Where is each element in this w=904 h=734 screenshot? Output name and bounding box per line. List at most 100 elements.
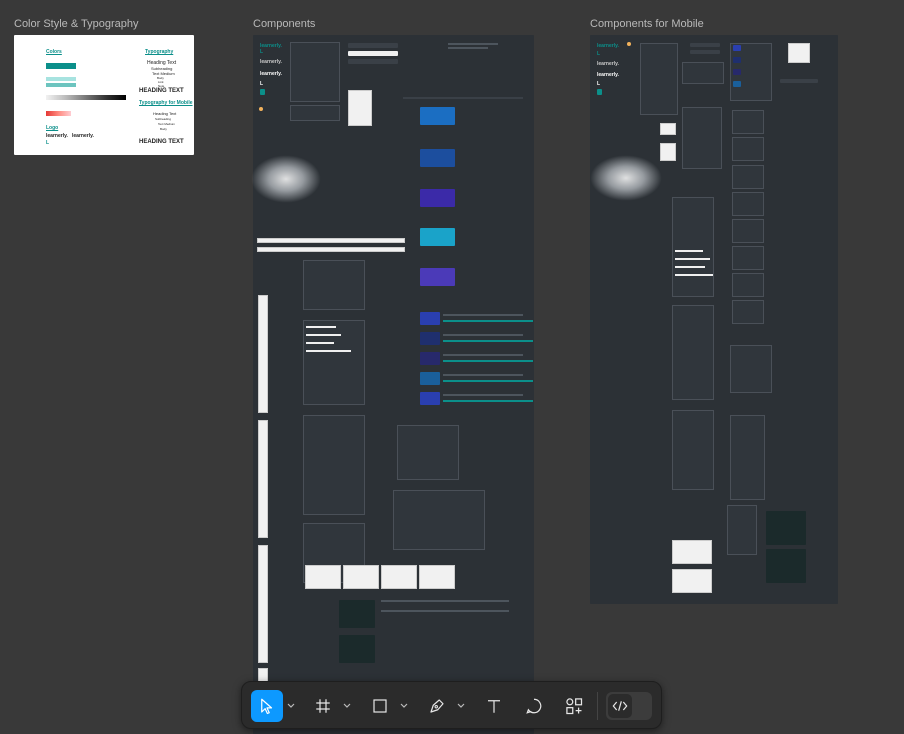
mobile-button-profile[interactable]	[780, 79, 818, 83]
colors-heading: Colors	[46, 49, 62, 55]
button-sample-dark[interactable]	[348, 43, 398, 48]
mobile-profile-card[interactable]	[660, 123, 676, 135]
activity-thumb-1[interactable]	[339, 600, 375, 628]
typography-mobile-sample-1: Subheading	[155, 117, 172, 121]
mobile-filter-panel[interactable]	[730, 415, 765, 500]
mobile-chat-panel[interactable]	[672, 197, 714, 297]
course-row-title-2	[443, 334, 523, 336]
component-logo-mark-1: L	[260, 49, 264, 55]
course-row-thumb-4[interactable]	[420, 372, 440, 385]
pen-tool-button[interactable]	[421, 690, 453, 722]
resources-tool-button[interactable]	[558, 690, 590, 722]
mobile-upload-card-1[interactable]	[672, 540, 712, 564]
frame-title-color-style[interactable]: Color Style & Typography	[14, 18, 139, 30]
mobile-course-thumb-3[interactable]	[733, 69, 741, 75]
frame-title-mobile[interactable]: Components for Mobile	[590, 18, 704, 30]
profile-card[interactable]	[348, 90, 372, 126]
course-thumb-4[interactable]	[420, 228, 455, 246]
course-thumb-5[interactable]	[420, 268, 455, 286]
mobile-profile-avatar-card[interactable]	[788, 43, 810, 63]
mobile-notification-panel[interactable]	[730, 345, 772, 393]
color-style-frame[interactable]: Colors Logo learnerly. learnerly. L Typo…	[14, 35, 194, 155]
upload-card-2[interactable]	[343, 565, 379, 589]
typography-heading: Typography	[145, 49, 174, 55]
mobile-profile-card-2[interactable]	[660, 143, 676, 161]
button-sample-outline[interactable]	[348, 59, 398, 64]
course-row-thumb-5[interactable]	[420, 392, 440, 405]
illustration-card-8[interactable]	[732, 300, 764, 324]
course-row-thumb-1[interactable]	[420, 312, 440, 325]
mobile-settings-panel[interactable]	[672, 410, 714, 490]
course-row-thumb-3[interactable]	[420, 352, 440, 365]
mobile-form-panel[interactable]	[682, 62, 724, 84]
frame-tool-button[interactable]	[307, 690, 339, 722]
mobile-logo-3: learnerly.	[597, 72, 619, 78]
search-bar-light[interactable]	[257, 238, 405, 243]
text-sample-line-2	[448, 47, 488, 49]
search-bar-light-2[interactable]	[257, 247, 405, 252]
typography-mobile-sample-2: Text Medium	[158, 122, 176, 126]
chat-bubble-3	[306, 342, 334, 344]
frame-title-components[interactable]: Components	[253, 18, 315, 30]
mobile-upload-card-2[interactable]	[672, 569, 712, 593]
settings-panel[interactable]	[393, 490, 485, 550]
side-nav-strip-2[interactable]	[258, 420, 268, 538]
components-frame[interactable]: learnerly. L learnerly. learnerly. L	[251, 35, 534, 734]
mobile-details-panel[interactable]	[672, 305, 714, 400]
course-row-meta-5	[443, 400, 533, 402]
details-panel[interactable]	[303, 415, 365, 515]
dropdown-menu-small[interactable]	[290, 105, 340, 121]
mobile-button-dark[interactable]	[690, 43, 720, 47]
shape-tool-button[interactable]	[364, 690, 396, 722]
mobile-button-outline[interactable]	[690, 50, 720, 54]
course-thumb-1[interactable]	[420, 107, 455, 125]
notification-panel[interactable]	[397, 425, 459, 480]
upload-card-3[interactable]	[381, 565, 417, 589]
mobile-activity-thumb-2[interactable]	[766, 549, 806, 583]
mobile-logo-2: learnerly.	[597, 61, 619, 67]
mobile-activity-thumb-1[interactable]	[766, 511, 806, 545]
illustration-card-6[interactable]	[732, 246, 764, 270]
comment-tool-button[interactable]	[518, 690, 550, 722]
color-swatch-primary	[46, 63, 76, 69]
mobile-course-thumb-2[interactable]	[733, 57, 741, 63]
heading-text-mobile-sample: HEADING TEXT	[139, 139, 184, 145]
move-tool-button[interactable]	[251, 690, 283, 722]
illustration-card-7[interactable]	[732, 273, 764, 297]
course-row-thumb-2[interactable]	[420, 332, 440, 345]
illustration-card-5[interactable]	[732, 219, 764, 243]
chevron-down-icon[interactable]	[456, 701, 466, 711]
side-nav-strip-1[interactable]	[258, 295, 268, 413]
course-thumb-2[interactable]	[420, 149, 455, 167]
mobile-chat-bubble-3	[675, 266, 705, 268]
form-panel-1[interactable]	[303, 260, 365, 310]
illustration-card-4[interactable]	[732, 192, 764, 216]
activity-thumb-2[interactable]	[339, 635, 375, 663]
upload-card-4[interactable]	[419, 565, 455, 589]
text-sample-line	[448, 43, 498, 45]
components-mobile-frame[interactable]: learnerly. L learnerly. learnerly. L	[590, 35, 838, 604]
mobile-menu-panel[interactable]	[640, 43, 678, 115]
mobile-input-list[interactable]	[682, 107, 722, 169]
illustration-card-3[interactable]	[732, 165, 764, 189]
chevron-down-icon[interactable]	[342, 701, 352, 711]
comment-icon	[526, 698, 542, 714]
mobile-course-thumb-1[interactable]	[733, 45, 741, 51]
mobile-course-thumb-4[interactable]	[733, 81, 741, 87]
course-thumb-3[interactable]	[420, 189, 455, 207]
upload-card-1[interactable]	[305, 565, 341, 589]
course-row-meta-2	[443, 340, 533, 342]
dev-mode-toggle[interactable]	[606, 692, 652, 720]
text-tool-button[interactable]	[478, 690, 510, 722]
chat-panel[interactable]	[303, 320, 365, 405]
dropdown-menu-panel[interactable]	[290, 42, 340, 102]
side-nav-strip-3[interactable]	[258, 545, 268, 663]
typography-mobile-heading: Typography for Mobile	[139, 100, 193, 106]
danger-swatch	[46, 111, 71, 116]
mobile-table-panel[interactable]	[727, 505, 757, 555]
illustration-card-1[interactable]	[732, 110, 764, 134]
button-sample-light[interactable]	[348, 51, 398, 56]
chevron-down-icon[interactable]	[286, 701, 296, 711]
chevron-down-icon[interactable]	[399, 701, 409, 711]
illustration-card-2[interactable]	[732, 137, 764, 161]
